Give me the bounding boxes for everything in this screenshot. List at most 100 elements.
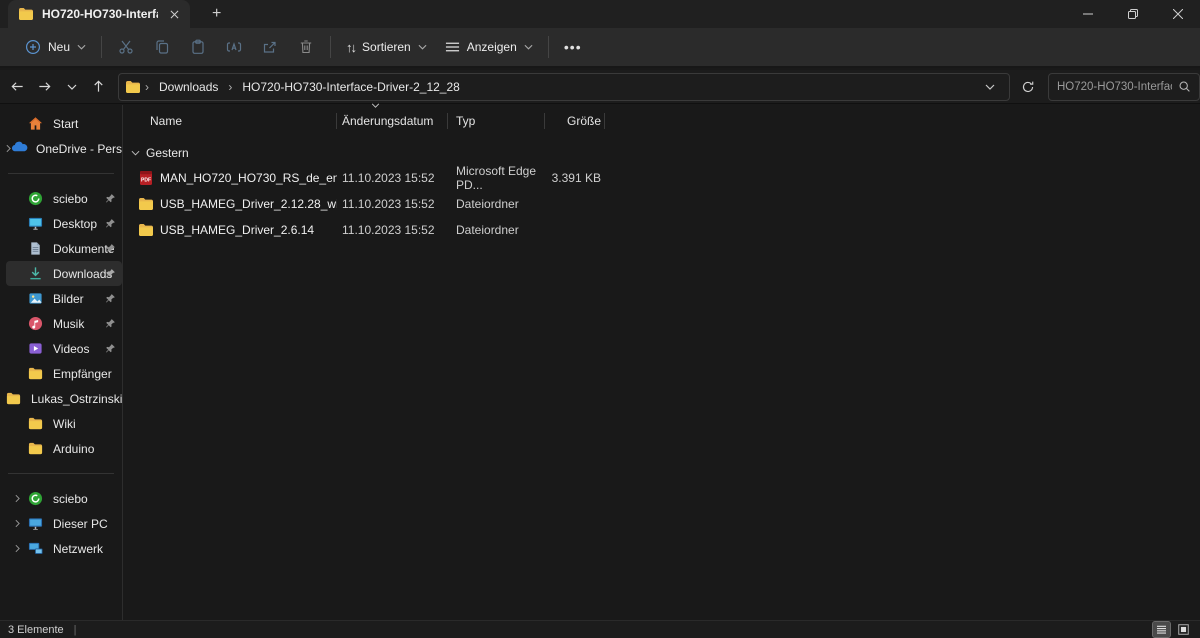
ellipsis-icon: ••• [564,39,582,55]
sciebo-icon [28,191,44,207]
sidebar-divider [8,173,114,174]
column-separator[interactable] [604,113,605,129]
copy-icon [154,39,170,55]
folder-icon [6,391,22,407]
file-row[interactable]: USB_HAMEG_Driver_2.12.28_win10 11.10.202… [123,191,1200,216]
navigation-bar: › Downloads › HO720-HO730-Interface-Driv… [0,70,1200,104]
column-headers: Name Änderungsdatum Typ Größe [123,109,1200,133]
more-options-button[interactable]: ••• [555,31,591,63]
tab-close-icon[interactable] [166,6,182,22]
group-header-gestern[interactable]: Gestern [123,141,1200,165]
search-box[interactable]: HO720-HO730-Interface-Dri... [1048,73,1200,101]
neu-label: Neu [48,40,70,54]
anzeigen-label: Anzeigen [467,40,517,54]
pin-icon [105,318,116,329]
close-button[interactable] [1155,0,1200,28]
copy-button[interactable] [144,31,180,63]
folder-icon [125,79,141,95]
restore-button[interactable] [1110,0,1155,28]
search-icon [1178,80,1191,93]
column-header-size[interactable]: Größe [545,109,605,133]
sidebar-item-musik[interactable]: Musik [6,311,122,336]
thumbnails-view-button[interactable] [1175,622,1192,637]
file-row[interactable]: PDF MAN_HO720_HO730_RS_de_en_v003_201...… [123,165,1200,190]
chevron-down-icon [418,44,427,50]
sidebar-item-desktop[interactable]: Desktop [6,211,122,236]
sidebar-item-arduino[interactable]: Arduino [6,436,122,461]
details-view-button[interactable] [1153,622,1170,637]
breadcrumb-downloads[interactable]: Downloads [153,77,224,97]
document-icon [28,241,44,257]
sidebar-item-videos[interactable]: Videos [6,336,122,361]
rename-button[interactable] [216,31,252,63]
sidebar-item-empfaenger[interactable]: Empfänger [6,361,122,386]
rename-icon [226,39,242,55]
file-list-area: Name Änderungsdatum Typ Größe [123,105,1200,620]
breadcrumb-separator: › [226,80,234,94]
onedrive-cloud-icon [11,141,27,157]
file-name: MAN_HO720_HO730_RS_de_en_v003_201... [160,171,337,185]
up-button[interactable] [85,73,112,100]
new-tab-button[interactable]: + [206,0,227,28]
sidebar-item-start[interactable]: Start [6,111,122,136]
minimize-button[interactable] [1065,0,1110,28]
recent-locations-button[interactable] [58,73,85,100]
this-pc-icon [28,516,44,532]
sidebar-item-bilder[interactable]: Bilder [6,286,122,311]
cut-button[interactable] [108,31,144,63]
sidebar-item-sciebo-pinned[interactable]: sciebo [6,186,122,211]
breadcrumb-current-folder[interactable]: HO720-HO730-Interface-Driver-2_12_28 [236,77,465,97]
share-button[interactable] [252,31,288,63]
delete-button[interactable] [288,31,324,63]
sidebar-label: Desktop [53,217,97,231]
file-type: Dateiordner [448,197,545,211]
sidebar-label: Wiki [53,417,76,431]
column-header-date[interactable]: Änderungsdatum [337,109,448,133]
file-name: USB_HAMEG_Driver_2.12.28_win10 [160,197,337,211]
sortieren-label: Sortieren [362,40,411,54]
window-controls [1065,0,1200,28]
forward-button[interactable] [31,73,58,100]
toolbar-separator [330,36,331,58]
sidebar-item-lukas-ostrzinski[interactable]: Lukas_Ostrzinski [6,386,122,411]
folder-icon [28,441,44,457]
sidebar-item-netzwerk[interactable]: Netzwerk [6,536,122,561]
sidebar-item-onedrive[interactable]: OneDrive - Persona [6,136,122,161]
back-button[interactable] [4,73,31,100]
sidebar-item-dieser-pc[interactable]: Dieser PC [6,511,122,536]
sidebar-item-wiki[interactable]: Wiki [6,411,122,436]
chevron-down-icon [77,44,86,50]
sidebar-item-dokumente[interactable]: Dokumente [6,236,122,261]
command-toolbar: Neu ↑↓ Sortieren [0,28,1200,68]
column-header-name[interactable]: Name [123,109,337,133]
sidebar-item-sciebo[interactable]: sciebo [6,486,122,511]
sidebar-label: Arduino [53,442,94,456]
sciebo-icon [28,491,44,507]
neu-button[interactable]: Neu [16,31,95,63]
explorer-tab[interactable]: HO720-HO730-Interface-Driv [8,0,190,28]
search-input[interactable]: HO720-HO730-Interface-Dri... [1057,81,1172,93]
address-dropdown-chevron[interactable] [976,73,1003,100]
file-date: 11.10.2023 15:52 [337,223,448,237]
folder-icon [138,196,154,212]
file-date: 11.10.2023 15:52 [337,197,448,211]
refresh-button[interactable] [1014,73,1042,100]
sidebar-item-downloads[interactable]: Downloads [6,261,122,286]
column-header-type[interactable]: Typ [448,109,545,133]
sidebar-label: Start [53,117,78,131]
breadcrumb-separator: › [143,80,151,94]
status-bar: 3 Elemente | [0,620,1200,638]
titlebar: HO720-HO730-Interface-Driv + [0,0,1200,28]
sortieren-button[interactable]: ↑↓ Sortieren [337,31,436,63]
item-count: 3 Elemente [8,624,64,636]
pictures-icon [28,291,44,307]
pin-icon [105,193,116,204]
folder-icon [138,222,154,238]
group-label: Gestern [146,146,189,160]
sidebar: Start OneDrive - Persona sciebo [0,105,123,620]
file-size: 3.391 KB [545,171,605,185]
address-bar[interactable]: › Downloads › HO720-HO730-Interface-Driv… [118,73,1010,101]
paste-button[interactable] [180,31,216,63]
file-row[interactable]: USB_HAMEG_Driver_2.6.14 11.10.2023 15:52… [123,217,1200,242]
anzeigen-button[interactable]: Anzeigen [436,31,542,63]
